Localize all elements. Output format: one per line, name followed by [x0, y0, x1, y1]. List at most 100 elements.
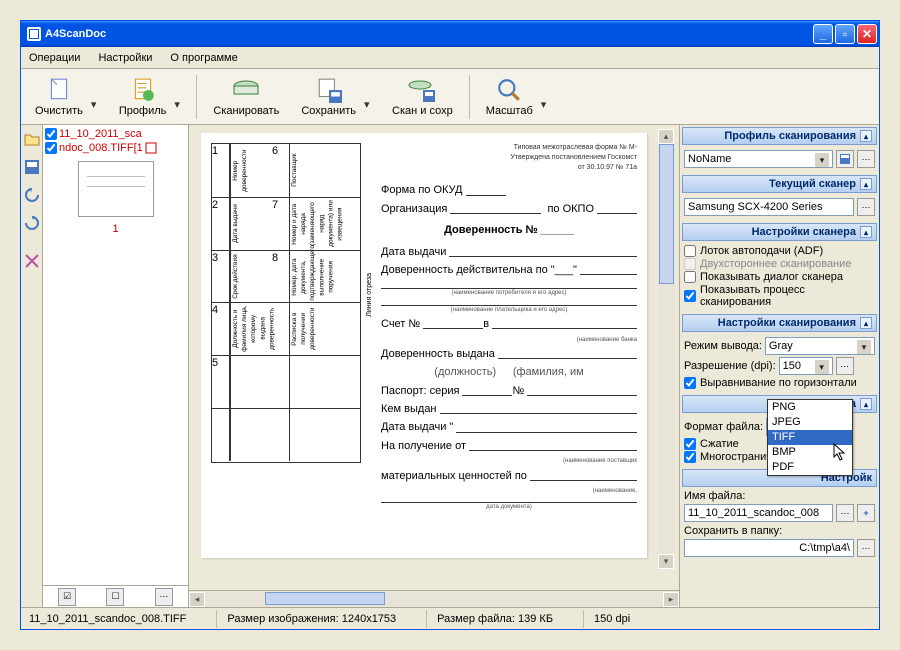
cut-line-label: Линия отреза: [365, 273, 375, 317]
right-panel: Профиль сканирования▴ NoName ⋯ Текущий с…: [679, 125, 879, 607]
format-option-jpeg[interactable]: JPEG: [768, 415, 852, 430]
show-dialog-checkbox[interactable]: Показывать диалог сканера: [684, 271, 875, 283]
save-folder-input[interactable]: C:\tmp\a4\: [684, 539, 854, 557]
save-button[interactable]: Сохранить: [291, 72, 366, 122]
scroll-left-button[interactable]: ◂: [189, 592, 205, 607]
scan-options-header[interactable]: Настройки сканирования▴: [682, 314, 877, 332]
status-filename: 11_10_2011_scandoc_008.TIFF: [25, 610, 186, 628]
file-format-dropdown-list[interactable]: PNG JPEG TIFF BMP PDF: [767, 399, 853, 476]
separator: [469, 75, 470, 119]
page-thumbnail[interactable]: [78, 161, 154, 217]
clear-button[interactable]: Очистить: [25, 72, 93, 122]
app-logo-icon: [27, 27, 41, 41]
toolbar: Очистить ▾ Профиль ▾ Сканировать Сохрани…: [21, 69, 879, 125]
h-align-checkbox[interactable]: Выравнивание по горизонтали: [684, 377, 875, 389]
format-option-pdf[interactable]: PDF: [768, 460, 852, 475]
scroll-thumb[interactable]: [265, 592, 385, 605]
format-option-png[interactable]: PNG: [768, 400, 852, 415]
close-button[interactable]: ✕: [857, 24, 877, 44]
filename-more-button[interactable]: ⋯: [836, 504, 854, 522]
maximize-button[interactable]: ▫: [835, 24, 855, 44]
page-icon: [45, 77, 73, 103]
profile-dropdown[interactable]: ▾: [174, 82, 184, 111]
format-option-tiff[interactable]: TIFF: [768, 430, 852, 445]
horizontal-scrollbar[interactable]: ◂ ▸: [189, 590, 679, 607]
scan-profile-header[interactable]: Профиль сканирования▴: [682, 127, 877, 145]
scansave-icon: [408, 77, 436, 103]
uncheck-all-button[interactable]: ☐: [106, 588, 124, 606]
scan-label: Сканировать: [213, 105, 279, 117]
file-item[interactable]: ndoc_008.TIFF[1: [45, 141, 186, 155]
status-file-size: Размер файла: 139 КБ: [426, 610, 553, 628]
output-mode-select[interactable]: Gray: [765, 337, 875, 355]
scanner-header[interactable]: Текущий сканер▴: [682, 175, 877, 193]
disk-save-icon[interactable]: [24, 159, 40, 175]
left-toolbar: [21, 125, 43, 607]
profile-more-button[interactable]: ⋯: [857, 150, 875, 168]
scroll-thumb[interactable]: [659, 144, 674, 284]
duplex-checkbox: Двухстороннее сканирование: [684, 258, 875, 270]
file-checkbox[interactable]: [45, 128, 57, 140]
profile-save-button[interactable]: [836, 150, 854, 168]
delete-icon[interactable]: [24, 253, 40, 269]
clear-dropdown[interactable]: ▾: [91, 82, 101, 111]
clear-label: Очистить: [35, 105, 83, 117]
check-all-button[interactable]: ☑: [58, 588, 76, 606]
profile-select[interactable]: NoName: [684, 150, 833, 168]
collapse-icon[interactable]: ▴: [860, 398, 872, 410]
zoom-label: Масштаб: [486, 105, 533, 117]
adf-checkbox[interactable]: Лоток автоподачи (ADF): [684, 245, 875, 257]
profile-button[interactable]: Профиль: [109, 72, 177, 122]
scansave-button[interactable]: Скан и сохр: [382, 72, 463, 122]
collapse-icon[interactable]: ▴: [860, 178, 872, 190]
separator: [196, 75, 197, 119]
document-preview[interactable]: 1Номер доверенности6Поставщик 2Дата выда…: [201, 133, 647, 558]
dpi-select[interactable]: 150: [779, 357, 833, 375]
menu-settings[interactable]: Настройки: [94, 50, 156, 66]
page-number: 1: [45, 223, 186, 235]
scanner-name: Samsung SCX-4200 Series: [684, 198, 854, 216]
save-dropdown[interactable]: ▾: [364, 82, 374, 111]
vertical-scrollbar[interactable]: ▴ ▾: [658, 129, 675, 569]
scanner-browse-button[interactable]: ⋯: [857, 198, 875, 216]
filename-add-button[interactable]: +: [857, 504, 875, 522]
scansave-label: Скан и сохр: [392, 105, 453, 117]
pdf-icon: [145, 142, 157, 154]
format-option-bmp[interactable]: BMP: [768, 445, 852, 460]
collapse-icon[interactable]: ▴: [860, 226, 872, 238]
window-title: A4ScanDoc: [45, 28, 106, 40]
profile-icon: [129, 77, 157, 103]
minimize-button[interactable]: _: [813, 24, 833, 44]
filename-input[interactable]: 11_10_2011_scandoc_008: [684, 504, 833, 522]
statusbar: 11_10_2011_scandoc_008.TIFF Размер изобр…: [21, 607, 879, 629]
scroll-down-button[interactable]: ▾: [658, 554, 674, 569]
zoom-button[interactable]: Масштаб: [476, 72, 543, 122]
file-checkbox[interactable]: [45, 142, 57, 154]
titlebar: A4ScanDoc _ ▫ ✕: [21, 21, 879, 47]
filename-label: Имя файла:: [684, 490, 875, 502]
save-folder-label: Сохранить в папку:: [684, 525, 875, 537]
menu-operations[interactable]: Операции: [25, 50, 84, 66]
save-folder-browse-button[interactable]: ⋯: [857, 539, 875, 557]
zoom-dropdown[interactable]: ▾: [541, 82, 551, 111]
show-process-checkbox[interactable]: Показывать процесс сканирования: [684, 284, 875, 308]
collapse-icon[interactable]: ▴: [860, 130, 872, 142]
file-list-panel: 11_10_2011_sca ndoc_008.TIFF[1 1 ☑ ☐ ⋯: [43, 125, 189, 607]
file-item[interactable]: 11_10_2011_sca: [45, 127, 186, 141]
file-name: ndoc_008.TIFF[1: [59, 142, 143, 154]
output-mode-label: Режим вывода:: [684, 340, 762, 352]
dpi-more-button[interactable]: ⋯: [836, 357, 854, 375]
scanner-icon: [232, 77, 260, 103]
scroll-right-button[interactable]: ▸: [663, 592, 679, 607]
rotate-left-icon[interactable]: [24, 187, 40, 203]
file-format-label: Формат файла:: [684, 421, 763, 433]
scroll-up-button[interactable]: ▴: [658, 129, 674, 144]
menu-about[interactable]: О программе: [166, 50, 241, 66]
rotate-right-icon[interactable]: [24, 215, 40, 231]
app-window: A4ScanDoc _ ▫ ✕ Операции Настройки О про…: [20, 20, 880, 630]
scanner-settings-header[interactable]: Настройки сканера▴: [682, 223, 877, 241]
scan-button[interactable]: Сканировать: [203, 72, 289, 122]
options-button[interactable]: ⋯: [155, 588, 173, 606]
folder-open-icon[interactable]: [24, 131, 40, 147]
collapse-icon[interactable]: ▴: [860, 317, 872, 329]
